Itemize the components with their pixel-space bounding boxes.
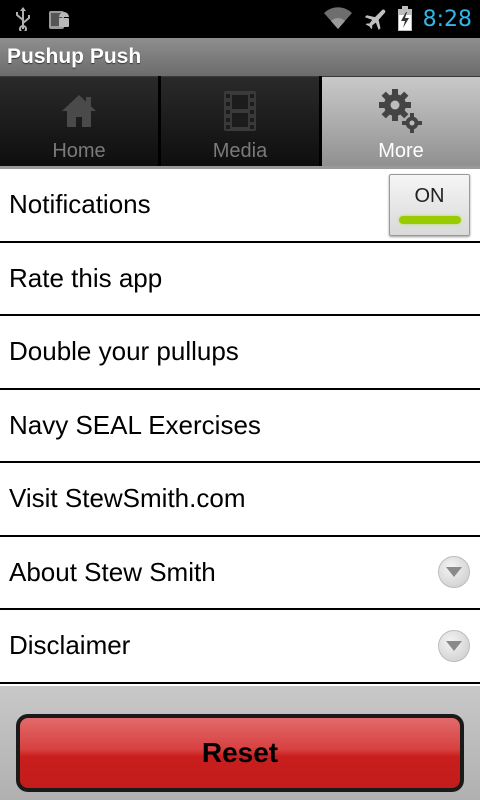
expand-chevron-icon[interactable] [438,556,470,589]
home-icon [59,88,99,134]
wifi-icon [323,7,353,31]
list-item-label: Navy SEAL Exercises [9,409,261,440]
film-icon [223,88,257,134]
list-item-about[interactable]: About Stew Smith [0,536,480,610]
list-item-label: Disclaimer [9,630,131,661]
tab-more-label: More [378,140,424,162]
footer: Reset [0,686,480,800]
status-left-icons [14,7,70,31]
list-item-navy-seal[interactable]: Navy SEAL Exercises [0,389,480,463]
status-time: 8:28 [422,6,472,32]
status-bar: 8:28 [0,0,480,38]
usb-icon [14,7,32,31]
tab-home[interactable]: Home [0,76,158,169]
reset-button[interactable]: Reset [16,714,464,792]
tab-more[interactable]: More [322,76,480,169]
app-title: Pushup Push [7,45,142,68]
tab-media[interactable]: Media [161,76,319,169]
tab-home-label: Home [52,140,106,162]
list-item-notifications: Notifications ON [0,169,480,243]
title-bar: Pushup Push [0,38,480,76]
toggle-state-text: ON [414,185,445,208]
settings-list: Notifications ON Rate this app Double yo… [0,169,480,684]
list-item-rate-app[interactable]: Rate this app [0,242,480,316]
list-item-label: Double your pullups [9,336,239,367]
list-item-label: Visit StewSmith.com [9,483,246,514]
notifications-toggle[interactable]: ON [389,173,470,236]
gear-icon [378,88,424,134]
list-item-visit-site[interactable]: Visit StewSmith.com [0,463,480,537]
reset-button-label: Reset [201,737,279,768]
airplane-icon [363,7,387,31]
status-right-icons: 8:28 [323,6,472,32]
toggle-indicator [398,216,461,225]
android-debug-icon [46,7,70,31]
list-item-label: Rate this app [9,262,163,293]
list-item-double-pullups[interactable]: Double your pullups [0,316,480,390]
tab-bar: Home Media More [0,76,480,169]
expand-chevron-icon[interactable] [438,629,470,662]
list-item-label: About Stew Smith [9,556,216,587]
tab-media-label: Media [212,140,268,162]
list-item-disclaimer[interactable]: Disclaimer [0,610,480,684]
notifications-label: Notifications [9,189,151,220]
battery-icon [397,6,413,32]
